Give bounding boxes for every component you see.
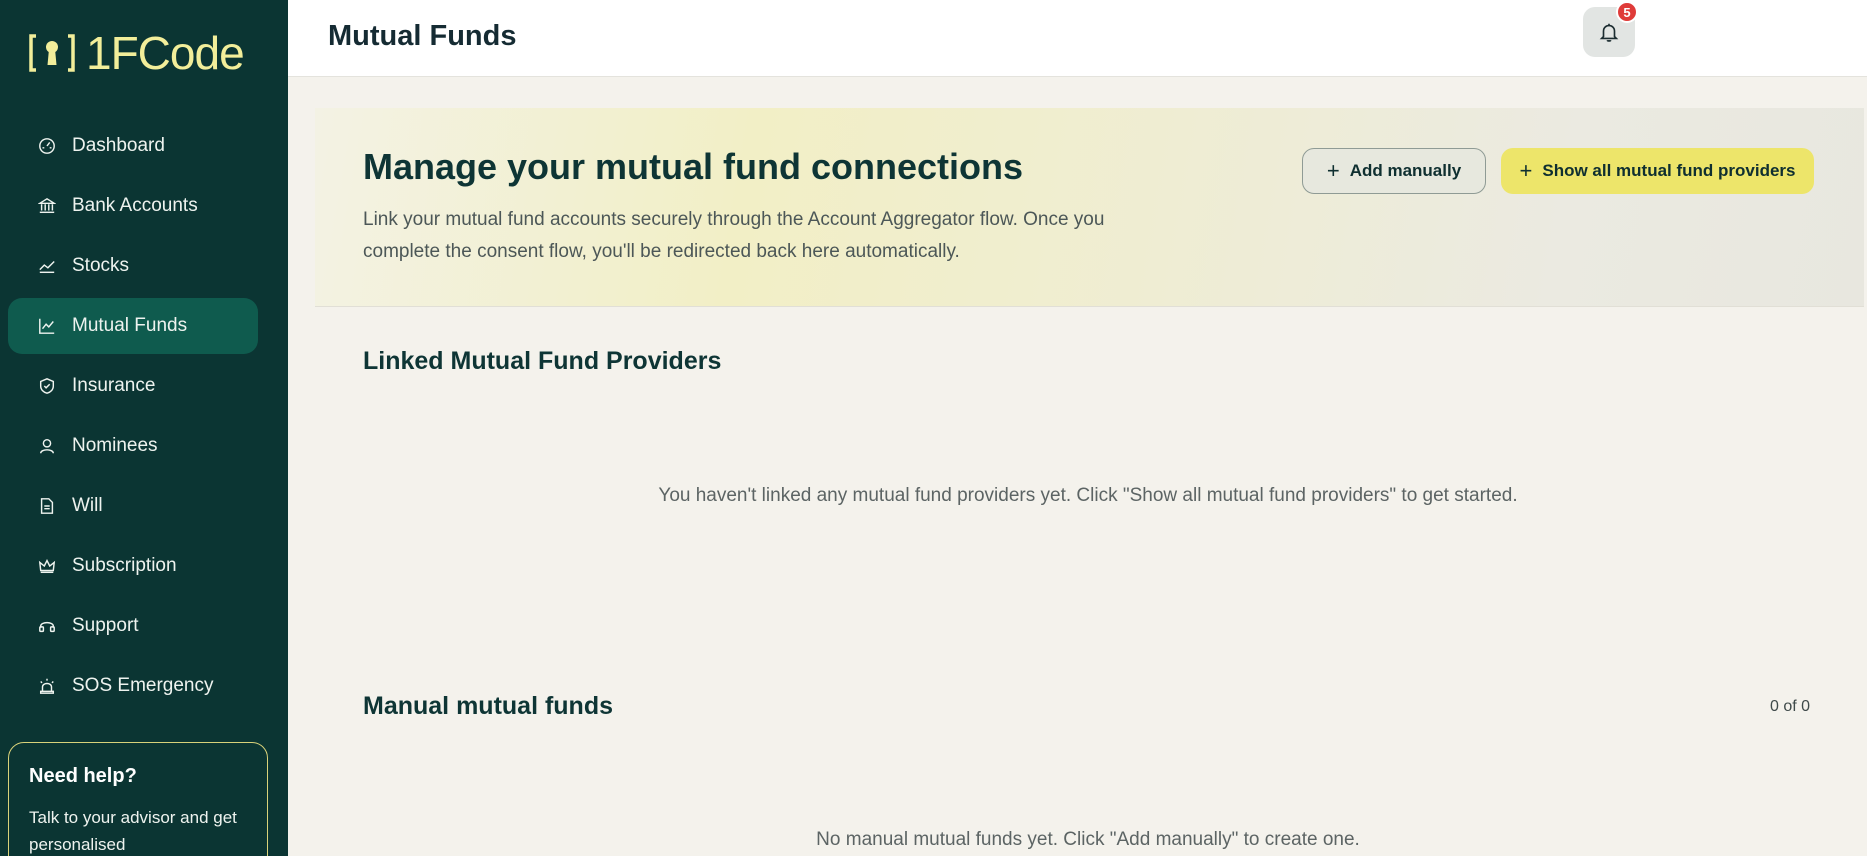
crown-icon <box>36 555 58 577</box>
shield-check-icon <box>36 375 58 397</box>
notification-count-badge: 5 <box>1616 1 1638 23</box>
bank-icon <box>36 195 58 217</box>
help-text: Talk to your advisor and get personalise… <box>29 808 237 854</box>
sidebar-item-label: Stocks <box>72 255 130 276</box>
sidebar-item-bank-accounts[interactable]: Bank Accounts <box>8 178 258 234</box>
user-icon <box>36 435 58 457</box>
show-all-providers-button[interactable]: + Show all mutual fund providers <box>1501 148 1814 194</box>
sidebar-item-label: SOS Emergency <box>72 675 214 696</box>
linked-providers-empty-text: You haven't linked any mutual fund provi… <box>658 485 1518 506</box>
sidebar-item-mutual-funds[interactable]: Mutual Funds <box>8 298 258 354</box>
sidebar-item-nominees[interactable]: Nominees <box>8 418 258 474</box>
sidebar-item-label: Mutual Funds <box>72 315 188 336</box>
trend-line-icon <box>36 255 58 277</box>
sidebar-item-label: Will <box>72 495 103 516</box>
sidebar-item-label: Subscription <box>72 555 177 576</box>
hero-title: Manage your mutual fund connections <box>363 146 1024 187</box>
sidebar-item-label: Support <box>72 615 139 636</box>
connections-hero: Manage your mutual fund connections Link… <box>315 108 1864 307</box>
document-icon <box>36 495 58 517</box>
line-chart-icon <box>36 315 58 337</box>
sidebar-nav: Dashboard Bank Accounts Stocks Mutual Fu… <box>8 118 258 718</box>
sidebar-item-dashboard[interactable]: Dashboard <box>8 118 258 174</box>
sidebar-item-will[interactable]: Will <box>8 478 258 534</box>
sidebar-item-sos-emergency[interactable]: SOS Emergency <box>8 658 258 714</box>
sidebar: 1FCode Dashboard Bank Accounts Stocks Mu… <box>0 0 288 856</box>
page-title: Mutual Funds <box>328 20 517 52</box>
dashboard-gauge-icon <box>36 135 58 157</box>
brand-logo[interactable]: 1FCode <box>28 27 245 79</box>
sidebar-item-stocks[interactable]: Stocks <box>8 238 258 294</box>
add-manually-label: Add manually <box>1349 161 1462 180</box>
top-header: Mutual Funds 5 <box>288 0 1867 77</box>
sidebar-item-label: Insurance <box>72 375 156 396</box>
help-card: Need help? Talk to your advisor and get … <box>8 742 268 856</box>
sidebar-item-label: Dashboard <box>72 135 165 156</box>
plus-icon: + <box>1326 158 1340 183</box>
manual-funds-count: 0 of 0 <box>1770 698 1811 715</box>
show-all-providers-label: Show all mutual fund providers <box>1542 161 1796 180</box>
plus-icon: + <box>1519 158 1533 183</box>
sidebar-item-insurance[interactable]: Insurance <box>8 358 258 414</box>
bell-icon <box>1599 23 1619 42</box>
help-title: Need help? <box>29 765 137 787</box>
add-manually-button[interactable]: + Add manually <box>1302 148 1486 194</box>
sidebar-item-label: Bank Accounts <box>72 195 198 216</box>
sidebar-item-support[interactable]: Support <box>8 598 258 654</box>
sidebar-item-label: Nominees <box>72 435 158 456</box>
keyhole-logo-icon <box>29 34 75 72</box>
brand-name: 1FCode <box>86 27 245 79</box>
alarm-siren-icon <box>36 675 58 697</box>
linked-providers-title: Linked Mutual Fund Providers <box>363 347 722 375</box>
headset-icon <box>36 615 58 637</box>
manual-funds-empty-text: No manual mutual funds yet. Click "Add m… <box>816 829 1360 850</box>
sidebar-item-subscription[interactable]: Subscription <box>8 538 258 594</box>
manual-funds-title: Manual mutual funds <box>363 692 613 720</box>
hero-description: Link your mutual fund accounts securely … <box>363 209 1105 262</box>
